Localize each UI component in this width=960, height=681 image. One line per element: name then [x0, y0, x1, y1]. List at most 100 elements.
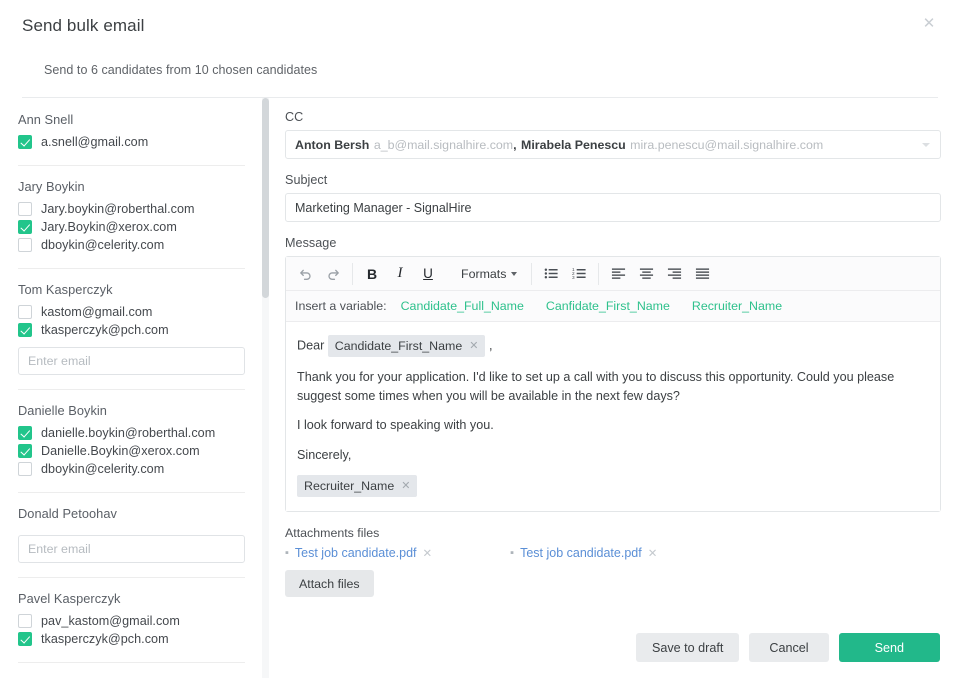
candidate-email-text: Jary.Boykin@xerox.com — [41, 220, 177, 234]
cc-label: CC — [285, 110, 304, 124]
checkbox-unchecked-icon[interactable] — [18, 614, 32, 628]
checkbox-unchecked-icon[interactable] — [18, 202, 32, 216]
close-icon[interactable]: ✕ — [469, 338, 478, 354]
greeting-suffix: , — [488, 338, 493, 353]
candidate-group: Jary Boykin Jary.boykin@roberthal.com Jary… — [18, 179, 245, 256]
modal-header: Send bulk email ✕ Send to 6 candidates f… — [0, 0, 960, 98]
bold-button[interactable]: B — [358, 261, 386, 287]
candidate-email-row[interactable]: Jary.boykin@roberthal.com — [18, 200, 245, 218]
save-to-draft-button[interactable]: Save to draft — [635, 633, 740, 662]
chevron-down-icon — [511, 271, 518, 276]
sidebar-scrollbar-thumb[interactable] — [262, 98, 269, 298]
attachments-list: ▪ Test job candidate.pdf ✕ ▪ Test job ca… — [285, 546, 941, 560]
checkbox-checked-icon[interactable] — [18, 444, 32, 458]
email-compose-pane: CC Anton Bersh a_b@mail.signalhire.com, … — [264, 98, 960, 678]
message-field-block: Message B I U Formats 1 2 3 Insert a var… — [285, 236, 941, 513]
modal-footer: Save to draft Cancel Send — [635, 633, 940, 662]
variable-candidate-full-name[interactable]: Candidate_Full_Name — [401, 299, 524, 313]
candidate-email-row[interactable]: Danielle.Boykin@xerox.com — [18, 442, 245, 460]
cancel-button[interactable]: Cancel — [749, 633, 829, 662]
chevron-down-icon[interactable] — [922, 142, 930, 147]
close-icon[interactable]: ✕ — [423, 546, 433, 560]
attachment-item: ▪ Test job candidate.pdf ✕ — [285, 546, 432, 560]
formats-label: Formats — [461, 266, 507, 281]
undo-icon[interactable] — [291, 261, 319, 287]
candidate-group: Ann Snell a.snell@gmail.com — [18, 112, 245, 153]
candidate-email-row[interactable]: a.snell@gmail.com — [18, 133, 245, 151]
bullet-icon: ▪ — [285, 546, 289, 559]
italic-button[interactable]: I — [386, 261, 414, 287]
checkbox-checked-icon[interactable] — [18, 220, 32, 234]
close-icon[interactable]: ✕ — [401, 478, 410, 494]
candidate-email-text: dboykin@celerity.com — [41, 462, 165, 476]
candidate-email-text: tkasperczyk@pch.com — [41, 632, 169, 646]
candidate-email-row[interactable]: dboykin@celerity.com — [18, 460, 245, 478]
candidate-email-row[interactable]: tkasperczyk@pch.com — [18, 630, 245, 648]
subject-field-block: Subject Marketing Manager - SignalHire — [285, 173, 941, 222]
message-body[interactable]: Dear Candidate_First_Name ✕ , Thank you … — [286, 322, 940, 512]
candidate-name: Tom Kasperczyk — [18, 282, 113, 297]
variable-chip-recruiter-name[interactable]: Recruiter_Name ✕ — [297, 475, 418, 498]
attachment-item: ▪ Test job candidate.pdf ✕ — [510, 546, 657, 560]
enter-email-input[interactable] — [18, 347, 245, 375]
candidate-email-row[interactable]: dboykin@celerity.com — [18, 236, 245, 254]
candidate-email-text: a.snell@gmail.com — [41, 135, 149, 149]
checkbox-checked-icon[interactable] — [18, 323, 32, 337]
candidate-name: Donald Petoohav — [18, 506, 117, 521]
rich-text-editor: B I U Formats 1 2 3 Insert a variable: C… — [285, 256, 941, 513]
candidate-divider — [18, 165, 245, 166]
candidate-divider — [18, 492, 245, 493]
send-button[interactable]: Send — [838, 633, 940, 662]
candidate-divider — [18, 577, 245, 578]
checkbox-unchecked-icon[interactable] — [18, 238, 32, 252]
underline-button[interactable]: U — [414, 261, 442, 287]
message-label: Message — [285, 236, 337, 250]
candidate-email-text: Jary.boykin@roberthal.com — [41, 202, 195, 216]
cc-input[interactable]: Anton Bersh a_b@mail.signalhire.com, Mir… — [285, 130, 941, 159]
message-greeting: Dear Candidate_First_Name ✕ , — [297, 335, 926, 358]
align-justify-icon[interactable] — [688, 261, 716, 287]
align-left-icon[interactable] — [604, 261, 632, 287]
align-right-icon[interactable] — [660, 261, 688, 287]
modal-body: Ann Snell a.snell@gmail.com Jary Boykin Jar… — [0, 98, 960, 678]
redo-icon[interactable] — [319, 261, 347, 287]
checkbox-checked-icon[interactable] — [18, 135, 32, 149]
chip-label: Candidate_First_Name — [334, 339, 463, 353]
attachment-link[interactable]: Test job candidate.pdf — [295, 546, 417, 560]
bullet-list-icon[interactable] — [537, 261, 565, 287]
insert-variable-label: Insert a variable: — [295, 299, 387, 313]
checkbox-checked-icon[interactable] — [18, 632, 32, 646]
history-group — [286, 257, 352, 290]
variable-candidate-first-name[interactable]: Canfidate_First_Name — [546, 299, 670, 313]
candidate-group: Pavel Kasperczyk pav_kastom@gmail.com tkas… — [18, 591, 245, 650]
subject-input[interactable]: Marketing Manager - SignalHire — [285, 193, 941, 222]
candidate-email-row[interactable]: danielle.boykin@roberthal.com — [18, 424, 245, 442]
close-icon[interactable]: ✕ — [920, 15, 938, 33]
candidate-email-row[interactable]: kastom@gmail.com — [18, 303, 245, 321]
numbered-list-icon[interactable]: 123 — [565, 261, 593, 287]
candidate-email-row[interactable]: Jary.Boykin@xerox.com — [18, 218, 245, 236]
attachments-section: Attachments files ▪ Test job candidate.p… — [285, 526, 941, 598]
align-center-icon[interactable] — [632, 261, 660, 287]
cc-recipient-email: a_b@mail.signalhire.com — [373, 137, 514, 152]
candidate-list-sidebar: Ann Snell a.snell@gmail.com Jary Boykin Jar… — [0, 98, 264, 678]
candidate-email-text: danielle.boykin@roberthal.com — [41, 426, 216, 440]
send-bulk-email-modal: Send bulk email ✕ Send to 6 candidates f… — [0, 0, 960, 681]
formats-dropdown[interactable]: Formats — [452, 261, 526, 287]
message-signature: Recruiter_Name ✕ — [297, 475, 926, 498]
formats-group: Formats — [447, 257, 531, 290]
attachment-link[interactable]: Test job candidate.pdf — [520, 546, 642, 560]
candidate-email-row[interactable]: pav_kastom@gmail.com — [18, 612, 245, 630]
checkbox-checked-icon[interactable] — [18, 426, 32, 440]
svg-text:3: 3 — [572, 275, 575, 280]
checkbox-unchecked-icon[interactable] — [18, 305, 32, 319]
attach-files-button[interactable]: Attach files — [285, 570, 374, 598]
enter-email-input[interactable] — [18, 535, 245, 563]
greeting-prefix: Dear — [297, 338, 325, 353]
variable-recruiter-name[interactable]: Recruiter_Name — [692, 299, 782, 313]
close-icon[interactable]: ✕ — [648, 546, 658, 560]
variable-chip-candidate-first-name[interactable]: Candidate_First_Name ✕ — [327, 335, 486, 358]
insert-variable-row: Insert a variable: Candidate_Full_Name C… — [286, 291, 940, 322]
checkbox-unchecked-icon[interactable] — [18, 462, 32, 476]
candidate-email-row[interactable]: tkasperczyk@pch.com — [18, 321, 245, 339]
